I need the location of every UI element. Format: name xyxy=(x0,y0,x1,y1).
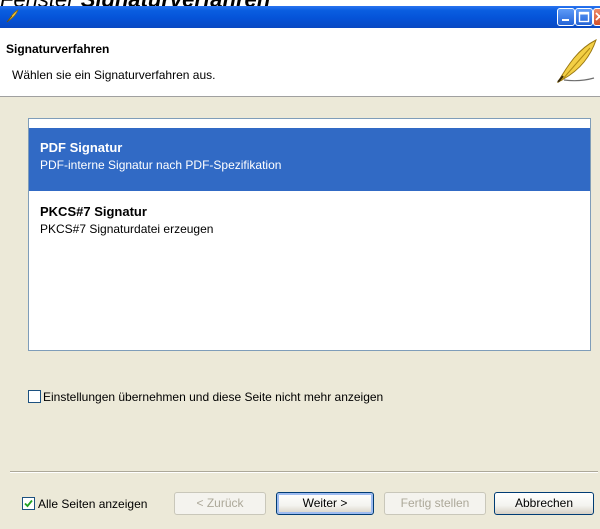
show-all-pages-checkbox[interactable] xyxy=(22,497,35,510)
wizard-window: Signaturverfahren Wählen sie ein Signatu… xyxy=(0,6,600,529)
skip-page-checkbox[interactable] xyxy=(28,390,41,403)
maximize-button[interactable] xyxy=(575,8,593,26)
checkmark-icon xyxy=(24,499,33,508)
cancel-button[interactable]: Abbrechen xyxy=(494,492,594,515)
quill-icon[interactable] xyxy=(5,9,19,23)
list-item-pkcs7-signature[interactable]: PKCS#7 Signatur PKCS#7 Signaturdatei erz… xyxy=(29,192,590,255)
minimize-button[interactable] xyxy=(557,8,575,26)
next-button[interactable]: Weiter > xyxy=(276,492,374,515)
back-button[interactable]: < Zurück xyxy=(174,492,266,515)
footer-divider xyxy=(10,471,598,473)
page-title: Signaturverfahren xyxy=(6,42,110,56)
skip-page-label[interactable]: Einstellungen übernehmen und diese Seite… xyxy=(43,390,383,404)
list-item-title: PKCS#7 Signatur xyxy=(40,204,147,219)
signature-method-list[interactable]: PDF Signatur PDF-interne Signatur nach P… xyxy=(28,118,591,351)
finish-button[interactable]: Fertig stellen xyxy=(384,492,486,515)
list-item-description: PDF-interne Signatur nach PDF-Spezifikat… xyxy=(40,158,282,172)
close-icon xyxy=(595,12,600,21)
quill-icon xyxy=(556,39,597,84)
wizard-header: Signaturverfahren Wählen sie ein Signatu… xyxy=(0,28,600,97)
page-subtitle: Wählen sie ein Signaturverfahren aus. xyxy=(12,68,216,82)
show-all-pages-label[interactable]: Alle Seiten anzeigen xyxy=(38,497,147,511)
list-item-title: PDF Signatur xyxy=(40,140,123,155)
minimize-icon xyxy=(562,19,569,21)
title-bar[interactable] xyxy=(0,6,600,28)
maximize-icon xyxy=(578,11,590,23)
list-item-pdf-signature[interactable]: PDF Signatur PDF-interne Signatur nach P… xyxy=(29,128,590,191)
list-item-description: PKCS#7 Signaturdatei erzeugen xyxy=(40,222,214,236)
close-button[interactable] xyxy=(593,8,600,26)
